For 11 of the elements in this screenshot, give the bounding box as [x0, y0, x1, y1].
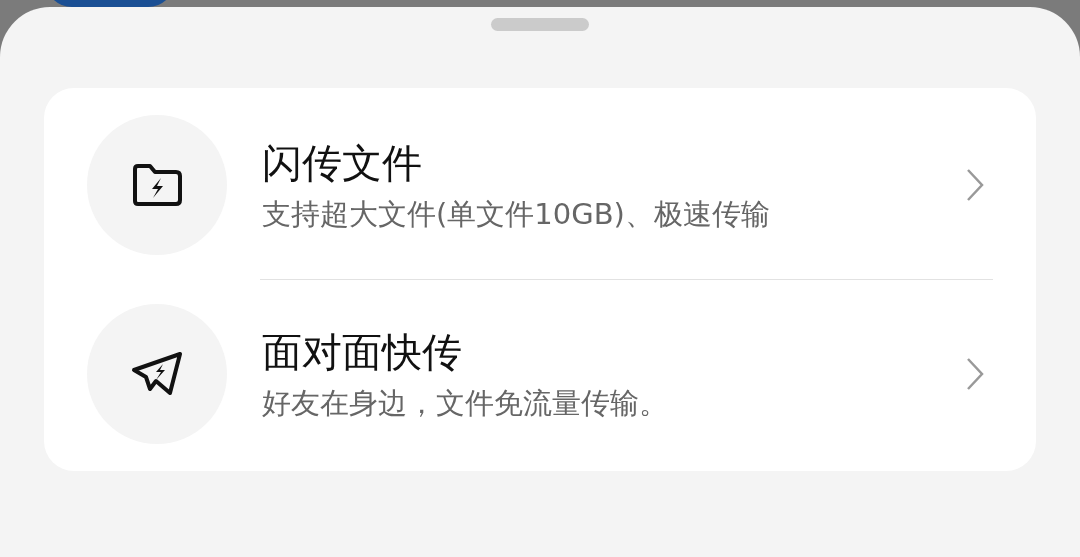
drag-handle[interactable]: [491, 18, 589, 31]
option-description: 好友在身边，文件免流量传输。: [262, 385, 669, 421]
option-row[interactable]: 闪传文件 支持超大文件(单文件10GB)、极速传输: [44, 114, 1036, 256]
option-title: 面对面快传: [262, 327, 463, 376]
option-row[interactable]: 面对面快传 好友在身边，文件免流量传输。: [44, 303, 1036, 445]
option-description: 支持超大文件(单文件10GB)、极速传输: [262, 196, 771, 232]
chevron-right-icon: [966, 357, 984, 391]
option-title: 闪传文件: [262, 138, 423, 187]
paper-plane-lightning-icon: [130, 351, 184, 397]
chevron-right-icon: [966, 168, 984, 202]
folder-lightning-icon: [130, 163, 184, 207]
